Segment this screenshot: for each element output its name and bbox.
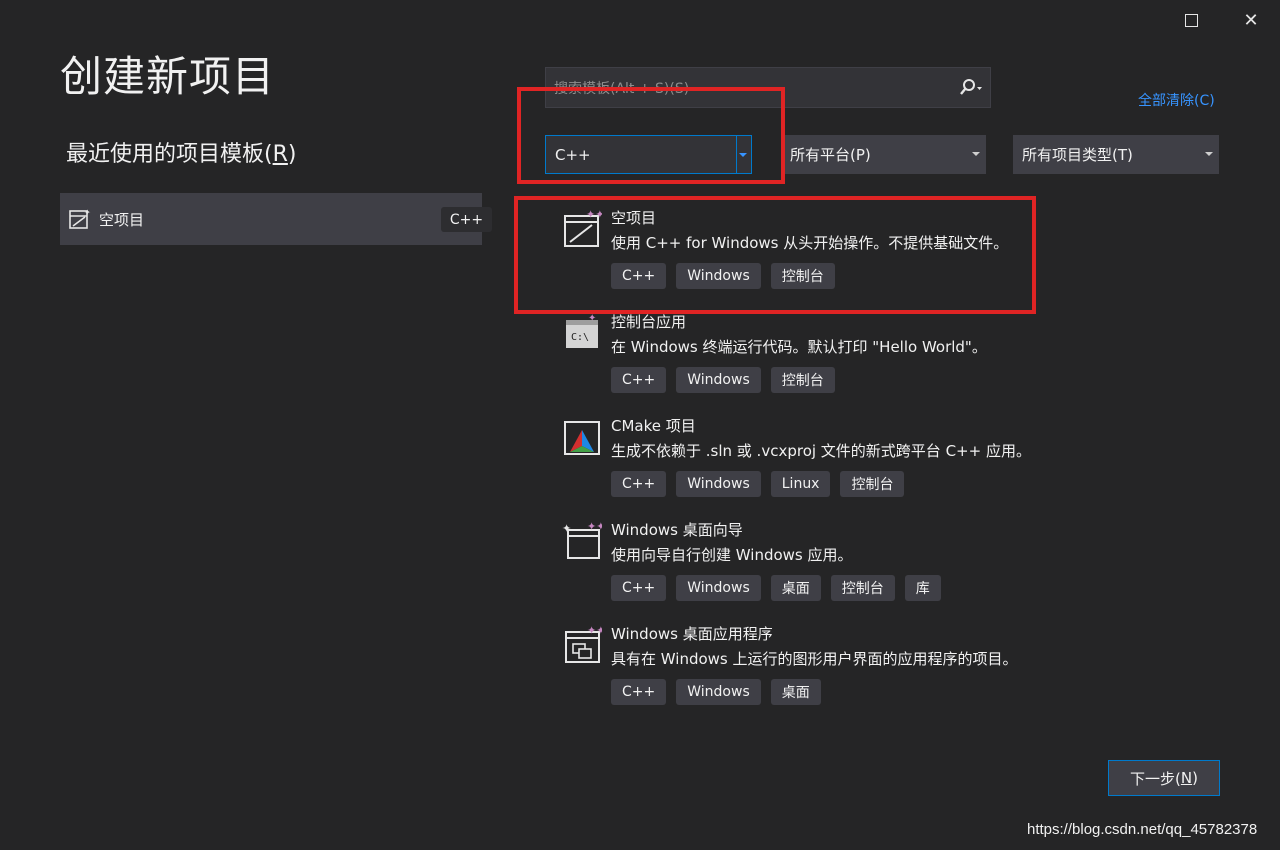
template-item-partial bbox=[560, 720, 1080, 730]
tag: 桌面 bbox=[770, 575, 821, 601]
tag: Windows bbox=[676, 263, 761, 289]
search-icon[interactable] bbox=[956, 78, 982, 98]
tag: C++ bbox=[611, 471, 667, 497]
tag: 控制台 bbox=[770, 263, 835, 289]
chevron-down-icon bbox=[739, 153, 747, 157]
tag: 库 bbox=[904, 575, 941, 601]
recent-template-tag: C++ bbox=[441, 207, 492, 232]
tag: C++ bbox=[611, 679, 667, 705]
tag: 控制台 bbox=[840, 471, 905, 497]
tag: C++ bbox=[611, 263, 667, 289]
template-item[interactable]: ✦✦ 空项目 使用 C++ for Windows 从头开始操作。不提供基础文件… bbox=[560, 200, 1080, 304]
svg-text:✦: ✦ bbox=[562, 522, 571, 535]
clear-all-link[interactable]: 全部清除(C) bbox=[1138, 90, 1215, 110]
svg-text:✦✦: ✦✦ bbox=[586, 208, 602, 221]
search-input[interactable] bbox=[552, 68, 956, 109]
tag: Linux bbox=[770, 471, 831, 497]
tag: Windows bbox=[676, 367, 761, 393]
maximize-icon bbox=[1184, 13, 1198, 27]
template-tags: C++ Windows Linux 控制台 bbox=[611, 471, 905, 497]
page-title: 创建新项目 bbox=[60, 52, 276, 101]
language-filter-value: C++ bbox=[555, 145, 591, 164]
template-description: 具有在 Windows 上运行的图形用户界面的应用程序的项目。 bbox=[611, 650, 1018, 668]
tag: Windows bbox=[676, 575, 761, 601]
tag: Windows bbox=[676, 471, 761, 497]
template-name: CMake 项目 bbox=[611, 417, 696, 435]
close-icon: ✕ bbox=[1243, 9, 1259, 31]
empty-project-icon: ✦ bbox=[69, 208, 91, 229]
template-tags: C++ Windows 控制台 bbox=[611, 263, 835, 289]
chevron-down-icon bbox=[1205, 152, 1213, 156]
template-tags: C++ Windows 桌面 bbox=[611, 679, 821, 705]
svg-text:✦✦: ✦✦ bbox=[587, 520, 602, 533]
tag: C++ bbox=[611, 575, 667, 601]
template-description: 在 Windows 终端运行代码。默认打印 "Hello World"。 bbox=[611, 338, 987, 356]
platform-filter-dropdown[interactable]: 所有平台(P) bbox=[781, 135, 986, 174]
recent-template-label: 空项目 bbox=[99, 210, 145, 229]
template-description: 生成不依赖于 .sln 或 .vcxproj 文件的新式跨平台 C++ 应用。 bbox=[611, 442, 1031, 460]
tag: 控制台 bbox=[830, 575, 895, 601]
recent-templates-title: 最近使用的项目模板(R) bbox=[66, 142, 297, 167]
template-name: Windows 桌面向导 bbox=[611, 521, 743, 539]
close-button[interactable]: ✕ bbox=[1237, 8, 1265, 32]
template-item[interactable]: CMake 项目 生成不依赖于 .sln 或 .vcxproj 文件的新式跨平台… bbox=[560, 408, 1080, 512]
chevron-down-icon bbox=[972, 152, 980, 156]
maximize-button[interactable] bbox=[1177, 8, 1205, 32]
search-box[interactable] bbox=[545, 67, 991, 109]
tag: 控制台 bbox=[770, 367, 835, 393]
template-item[interactable]: ✦✦ Windows 桌面应用程序 具有在 Windows 上运行的图形用户界面… bbox=[560, 616, 1080, 720]
template-item[interactable]: C:\ ✦ 控制台应用 在 Windows 终端运行代码。默认打印 "Hello… bbox=[560, 304, 1080, 408]
desktop-app-icon: ✦✦ bbox=[565, 624, 602, 663]
template-list[interactable]: ✦✦ 空项目 使用 C++ for Windows 从头开始操作。不提供基础文件… bbox=[560, 200, 1080, 730]
svg-text:✦✦: ✦✦ bbox=[587, 624, 602, 637]
tag: 桌面 bbox=[770, 679, 821, 705]
platform-filter-value: 所有平台(P) bbox=[790, 146, 871, 164]
template-name: 空项目 bbox=[611, 209, 657, 227]
template-description: 使用向导自行创建 Windows 应用。 bbox=[611, 546, 853, 564]
template-tags: C++ Windows 桌面 控制台 库 bbox=[611, 575, 941, 601]
svg-text:C:\: C:\ bbox=[571, 332, 589, 343]
tag: Windows bbox=[676, 679, 761, 705]
template-item[interactable]: ✦ ✦✦ Windows 桌面向导 使用向导自行创建 Windows 应用。 C… bbox=[560, 512, 1080, 616]
tag: C++ bbox=[611, 367, 667, 393]
recent-template-item[interactable]: ✦ 空项目 C++ bbox=[60, 193, 492, 245]
template-description: 使用 C++ for Windows 从头开始操作。不提供基础文件。 bbox=[611, 234, 1009, 252]
watermark: https://blog.csdn.net/qq_45782378 bbox=[1027, 821, 1258, 838]
project-type-filter-dropdown[interactable]: 所有项目类型(T) bbox=[1013, 135, 1219, 174]
svg-text:✦: ✦ bbox=[84, 208, 91, 217]
cmake-icon bbox=[564, 421, 600, 455]
empty-project-icon: ✦✦ bbox=[564, 208, 602, 247]
template-name: Windows 桌面应用程序 bbox=[611, 625, 773, 643]
language-filter-dropdown[interactable]: C++ bbox=[545, 135, 752, 174]
next-button[interactable]: 下一步(N) bbox=[1108, 760, 1220, 796]
dropdown-separator bbox=[736, 136, 737, 173]
console-app-icon: C:\ ✦ bbox=[566, 313, 598, 348]
project-type-filter-value: 所有项目类型(T) bbox=[1022, 146, 1133, 164]
template-name: 控制台应用 bbox=[611, 313, 687, 331]
template-tags: C++ Windows 控制台 bbox=[611, 367, 835, 393]
svg-text:✦: ✦ bbox=[588, 313, 596, 324]
desktop-wizard-icon: ✦ ✦✦ bbox=[562, 520, 602, 559]
